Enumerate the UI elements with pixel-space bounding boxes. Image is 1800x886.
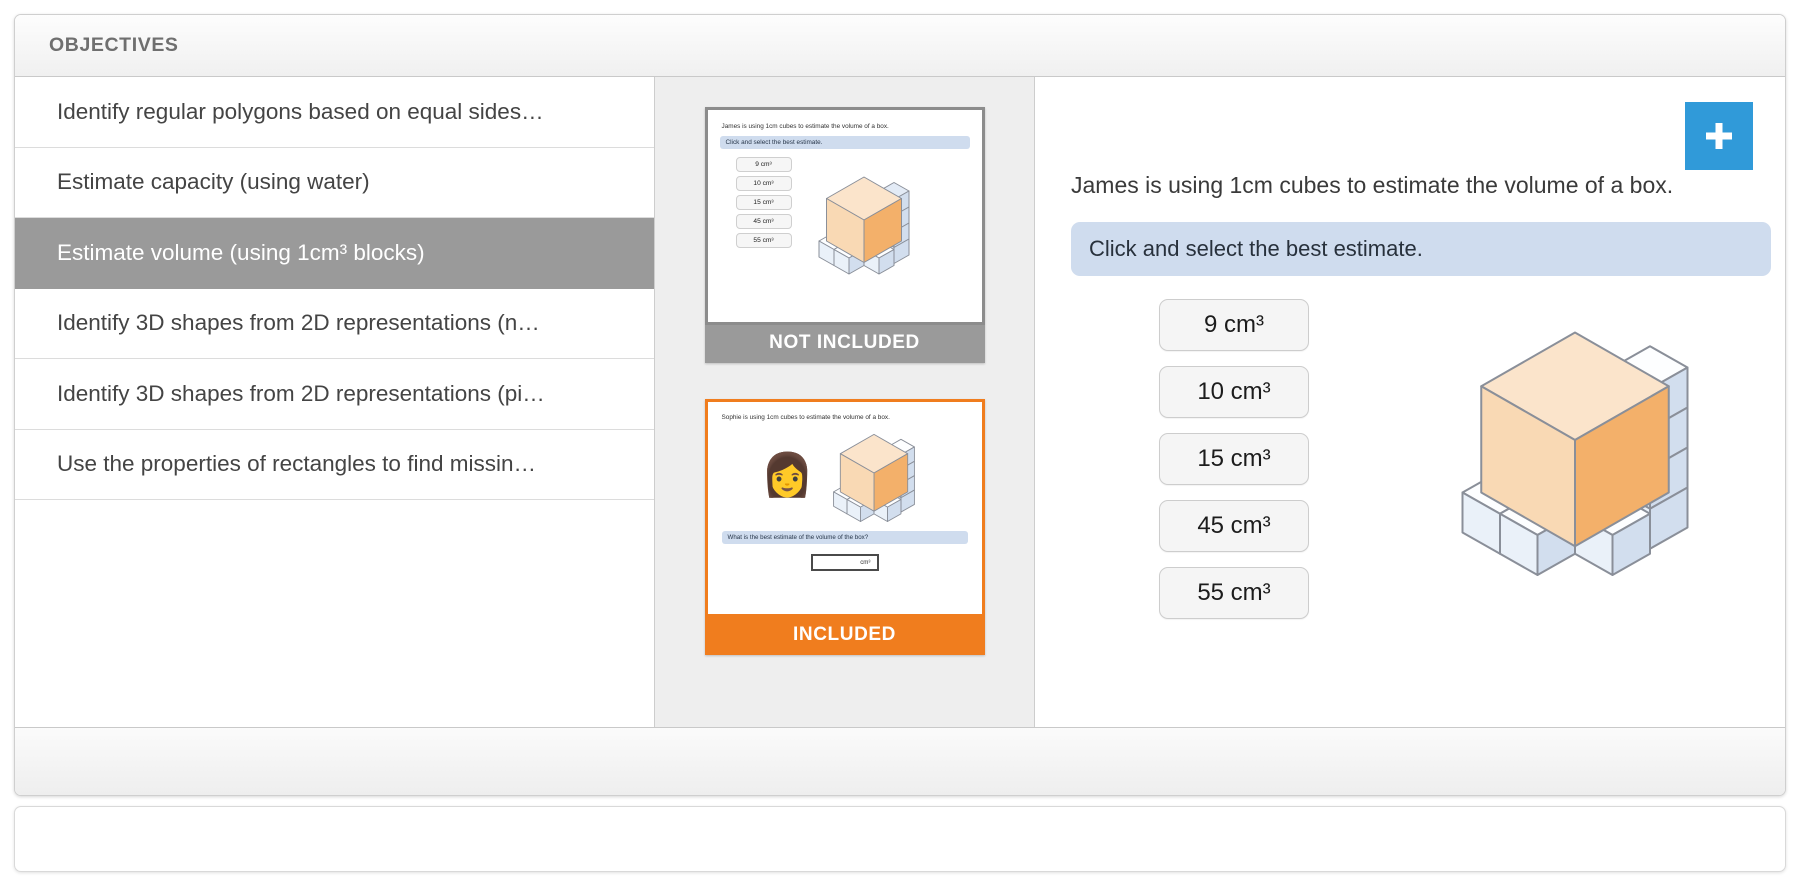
thumbnail-panel: James is using 1cm cubes to estimate the… bbox=[655, 77, 1035, 727]
objective-label: Estimate capacity (using water) bbox=[57, 169, 632, 195]
thumb2-answer-box: cm³ bbox=[811, 554, 879, 571]
objective-label: Identify 3D shapes from 2D representatio… bbox=[57, 381, 632, 407]
panel-body: Identify regular polygons based on equal… bbox=[15, 77, 1785, 727]
isometric-box-with-unit-cubes-figure bbox=[1425, 292, 1725, 593]
thumb1-options: 9 cm³ 10 cm³ 15 cm³ 45 cm³ 55 cm³ bbox=[720, 157, 792, 284]
slide-question: James is using 1cm cubes to estimate the… bbox=[1071, 172, 1673, 199]
thumb1-option: 9 cm³ bbox=[736, 157, 792, 172]
thumbnail-caption-1: NOT INCLUDED bbox=[705, 325, 985, 363]
objective-label: Identify regular polygons based on equal… bbox=[57, 99, 632, 125]
sidebar-item-objective-4[interactable]: Identify 3D shapes from 2D representatio… bbox=[15, 289, 654, 360]
sidebar-item-objective-6[interactable]: Use the properties of rectangles to find… bbox=[15, 430, 654, 501]
thumbnail-card-not-included[interactable]: James is using 1cm cubes to estimate the… bbox=[705, 107, 985, 363]
thumb1-option: 55 cm³ bbox=[736, 233, 792, 248]
thumbnail-caption-2: INCLUDED bbox=[705, 617, 985, 655]
answer-option-1[interactable]: 9 cm³ bbox=[1159, 299, 1309, 351]
thumbnail-preview-2: Sophie is using 1cm cubes to estimate th… bbox=[705, 399, 985, 617]
page-title: OBJECTIVES bbox=[49, 34, 179, 57]
thumb1-figure-icon bbox=[804, 161, 924, 284]
objective-label: Estimate volume (using 1cm³ blocks) bbox=[57, 240, 632, 266]
slide-instruction-banner: Click and select the best estimate. bbox=[1071, 222, 1771, 276]
objective-label: Identify 3D shapes from 2D representatio… bbox=[57, 310, 632, 336]
add-button[interactable] bbox=[1685, 102, 1753, 170]
lower-panel bbox=[14, 806, 1786, 872]
thumb2-instruction: What is the best estimate of the volume … bbox=[722, 531, 968, 544]
thumb1-option: 15 cm³ bbox=[736, 195, 792, 210]
thumbnail-card-included[interactable]: Sophie is using 1cm cubes to estimate th… bbox=[705, 399, 985, 655]
answer-options: 9 cm³ 10 cm³ 15 cm³ 45 cm³ 55 cm³ bbox=[1159, 299, 1309, 619]
sidebar-item-objective-5[interactable]: Identify 3D shapes from 2D representatio… bbox=[15, 359, 654, 430]
panel-footer bbox=[15, 727, 1785, 795]
thumb1-instruction: Click and select the best estimate. bbox=[720, 136, 970, 149]
thumb2-answer-unit: cm³ bbox=[860, 559, 870, 566]
thumb1-question: James is using 1cm cubes to estimate the… bbox=[722, 123, 970, 130]
objectives-window: OBJECTIVES Identify regular polygons bas… bbox=[14, 14, 1786, 796]
objectives-list: Identify regular polygons based on equal… bbox=[15, 77, 655, 727]
sidebar-item-objective-2[interactable]: Estimate capacity (using water) bbox=[15, 148, 654, 219]
sidebar-item-objective-1[interactable]: Identify regular polygons based on equal… bbox=[15, 77, 654, 148]
answer-option-4[interactable]: 45 cm³ bbox=[1159, 500, 1309, 552]
thumb2-figure-icon bbox=[820, 420, 928, 531]
answer-option-5[interactable]: 55 cm³ bbox=[1159, 567, 1309, 619]
thumbnail-preview-1: James is using 1cm cubes to estimate the… bbox=[705, 107, 985, 325]
answer-option-2[interactable]: 10 cm³ bbox=[1159, 366, 1309, 418]
sidebar-item-objective-3[interactable]: Estimate volume (using 1cm³ blocks) bbox=[15, 218, 654, 289]
slide-preview: James is using 1cm cubes to estimate the… bbox=[1035, 77, 1785, 727]
girl-avatar-icon: 👩 bbox=[761, 454, 813, 496]
objective-label: Use the properties of rectangles to find… bbox=[57, 451, 632, 477]
answer-option-3[interactable]: 15 cm³ bbox=[1159, 433, 1309, 485]
plus-icon bbox=[1702, 119, 1736, 153]
thumb1-option: 10 cm³ bbox=[736, 176, 792, 191]
thumb1-option: 45 cm³ bbox=[736, 214, 792, 229]
panel-header: OBJECTIVES bbox=[15, 15, 1785, 77]
